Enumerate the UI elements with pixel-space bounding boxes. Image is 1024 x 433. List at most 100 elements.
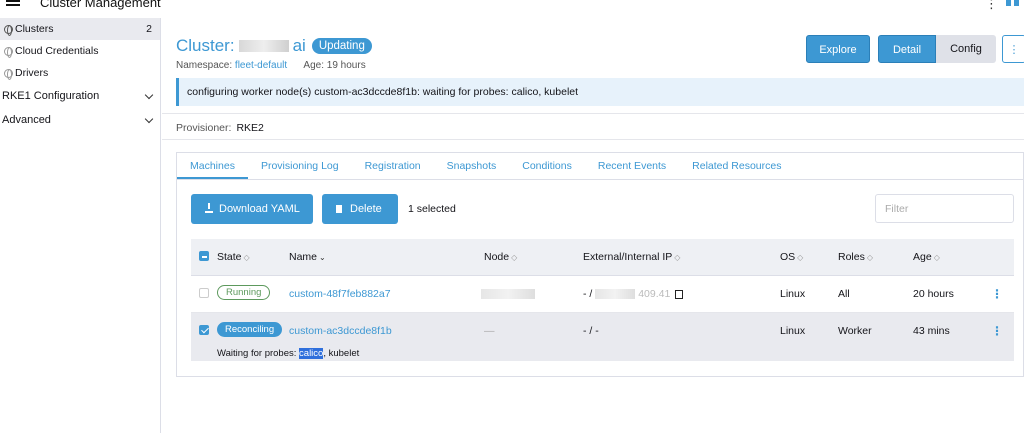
row-actions-icon[interactable]: ⋮ [991, 287, 1003, 301]
delete-label: Delete [350, 203, 382, 215]
row-detail-message: Waiting for probes: calico, kubelet [217, 348, 359, 359]
delete-button[interactable]: Delete [322, 194, 398, 224]
detail-suffix: , kubelet [323, 348, 360, 359]
globe-icon [4, 68, 13, 80]
table-row[interactable]: Running custom-48f7feb882a7 - / 409.41 L… [191, 276, 1014, 313]
selected-text: calico [299, 348, 324, 359]
machines-table: State ◇ Name ⌄ Node ◇ External/Internal IP ◇… [191, 239, 1014, 361]
sort-icon: ◇ [933, 253, 940, 262]
detail-button[interactable]: Detail [878, 35, 936, 63]
sort-icon: ◇ [866, 253, 874, 262]
machines-panel: Download YAML Delete 1 selected State◇ N… [176, 179, 1024, 377]
age-value: 20 hours [913, 288, 954, 300]
more-options-icon[interactable]: ⋮ [985, 0, 998, 12]
row-checkbox[interactable] [199, 325, 209, 335]
state-badge-reconciling: Reconciling [217, 322, 283, 337]
ip-value: - / 409.41 [583, 288, 684, 300]
tab-machines[interactable]: Machines [177, 153, 248, 179]
sidebar-group-label: Advanced [2, 114, 51, 126]
tab-bar: Machines Provisioning Log Registration S… [176, 152, 1024, 179]
tab-registration[interactable]: Registration [352, 153, 434, 179]
logo-icon [1006, 0, 1024, 8]
config-button[interactable]: Config [936, 35, 996, 63]
sort-icon: ◇ [797, 253, 804, 262]
machine-name-link[interactable]: custom-ac3dccde8f1b [289, 325, 392, 337]
cluster-meta: Namespace: fleet-default Age: 19 hours [176, 60, 366, 71]
machine-name-link[interactable]: custom-48f7feb882a7 [289, 288, 391, 300]
sidebar-item-label: Clusters [15, 23, 54, 35]
ip-suffix: 409.41 [638, 288, 671, 300]
top-bar: Cluster Management ⋮ [0, 0, 1024, 16]
tab-conditions[interactable]: Conditions [509, 153, 585, 179]
download-icon [205, 203, 213, 213]
hamburger-menu-icon[interactable] [6, 0, 20, 6]
os-value: Linux [780, 288, 806, 300]
row-actions-icon[interactable]: ⋮ [991, 324, 1003, 338]
sort-icon: ◇ [243, 253, 250, 262]
select-all-checkbox[interactable] [199, 251, 209, 261]
column-header-node[interactable]: Node ◇ [484, 251, 517, 263]
selected-count: 1 selected [408, 203, 456, 215]
main-content: Cluster: ai Updating Namespace: fleet-de… [162, 18, 1024, 433]
sidebar-item-cloud-credentials[interactable]: Cloud Credentials [0, 40, 160, 62]
column-header-roles[interactable]: Roles ◇ [838, 251, 873, 263]
age-label: Age: [303, 60, 324, 71]
globe-icon [4, 24, 13, 36]
os-value: Linux [780, 325, 806, 337]
tab-recent-events[interactable]: Recent Events [585, 153, 679, 179]
download-label: Download YAML [219, 203, 300, 215]
filter-input[interactable] [875, 194, 1014, 223]
column-header-os[interactable]: OS ◇ [780, 251, 803, 263]
sidebar-item-label: Drivers [15, 67, 49, 79]
divider [162, 139, 1024, 140]
column-header-ip[interactable]: External/Internal IP ◇ [583, 251, 680, 263]
divider [162, 113, 1024, 114]
sidebar-item-drivers[interactable]: Drivers [0, 62, 160, 84]
more-actions-button[interactable]: ⋮ [1002, 35, 1024, 63]
sidebar-group-advanced[interactable]: Advanced [0, 108, 160, 132]
title-suffix: ai [292, 36, 306, 55]
sort-desc-icon: ⌄ [319, 253, 326, 262]
cluster-count: 2 [146, 23, 152, 35]
tab-related-resources[interactable]: Related Resources [679, 153, 794, 179]
chevron-down-icon [144, 90, 154, 100]
table-header: State ◇ Name ⌄ Node ◇ External/Internal IP ◇… [191, 239, 1014, 276]
table-row[interactable]: Reconciling custom-ac3dccde8f1b — - / - … [191, 313, 1014, 361]
app-title: Cluster Management [40, 0, 161, 10]
age-value: 19 hours [326, 60, 366, 71]
status-banner: configuring worker node(s) custom-ac3dcc… [176, 78, 1024, 106]
roles-value: All [838, 288, 850, 300]
roles-value: Worker [838, 325, 872, 337]
node-value-redacted [481, 288, 535, 300]
node-value: — [484, 325, 495, 337]
provisioner-label: Provisioner: [176, 122, 232, 134]
tab-snapshots[interactable]: Snapshots [434, 153, 510, 179]
copy-icon[interactable] [675, 289, 684, 299]
column-header-name[interactable]: Name ⌄ [289, 251, 326, 263]
sidebar-group-label: RKE1 Configuration [2, 90, 100, 102]
sidebar-item-clusters[interactable]: Clusters 2 [0, 18, 160, 40]
state-badge-running: Running [217, 285, 271, 300]
column-header-state[interactable]: State ◇ [217, 251, 250, 263]
sidebar-group-rke1-configuration[interactable]: RKE1 Configuration [0, 84, 160, 108]
row-checkbox[interactable] [199, 288, 209, 298]
ip-prefix: - / [583, 288, 593, 300]
sort-icon: ◇ [674, 253, 681, 262]
detail-prefix: Waiting for probes: [217, 348, 300, 359]
globe-icon [4, 46, 13, 58]
download-yaml-button[interactable]: Download YAML [191, 194, 313, 224]
namespace-label: Namespace: [176, 60, 233, 71]
page-title: Cluster: ai Updating [176, 36, 372, 56]
explore-button[interactable]: Explore [806, 35, 870, 63]
namespace-link[interactable]: fleet-default [235, 60, 287, 71]
column-header-age[interactable]: Age ◇ [913, 251, 940, 263]
sidebar: Clusters 2 Cloud Credentials Drivers RKE… [0, 18, 161, 433]
ip-redacted [595, 289, 636, 300]
provisioner-row: Provisioner: RKE2 [176, 122, 264, 134]
trash-icon [336, 205, 342, 213]
chevron-down-icon [144, 114, 154, 124]
sidebar-item-label: Cloud Credentials [15, 45, 99, 57]
tab-provisioning-log[interactable]: Provisioning Log [248, 153, 352, 179]
ip-value: - / - [583, 325, 599, 337]
sort-icon: ◇ [511, 253, 518, 262]
